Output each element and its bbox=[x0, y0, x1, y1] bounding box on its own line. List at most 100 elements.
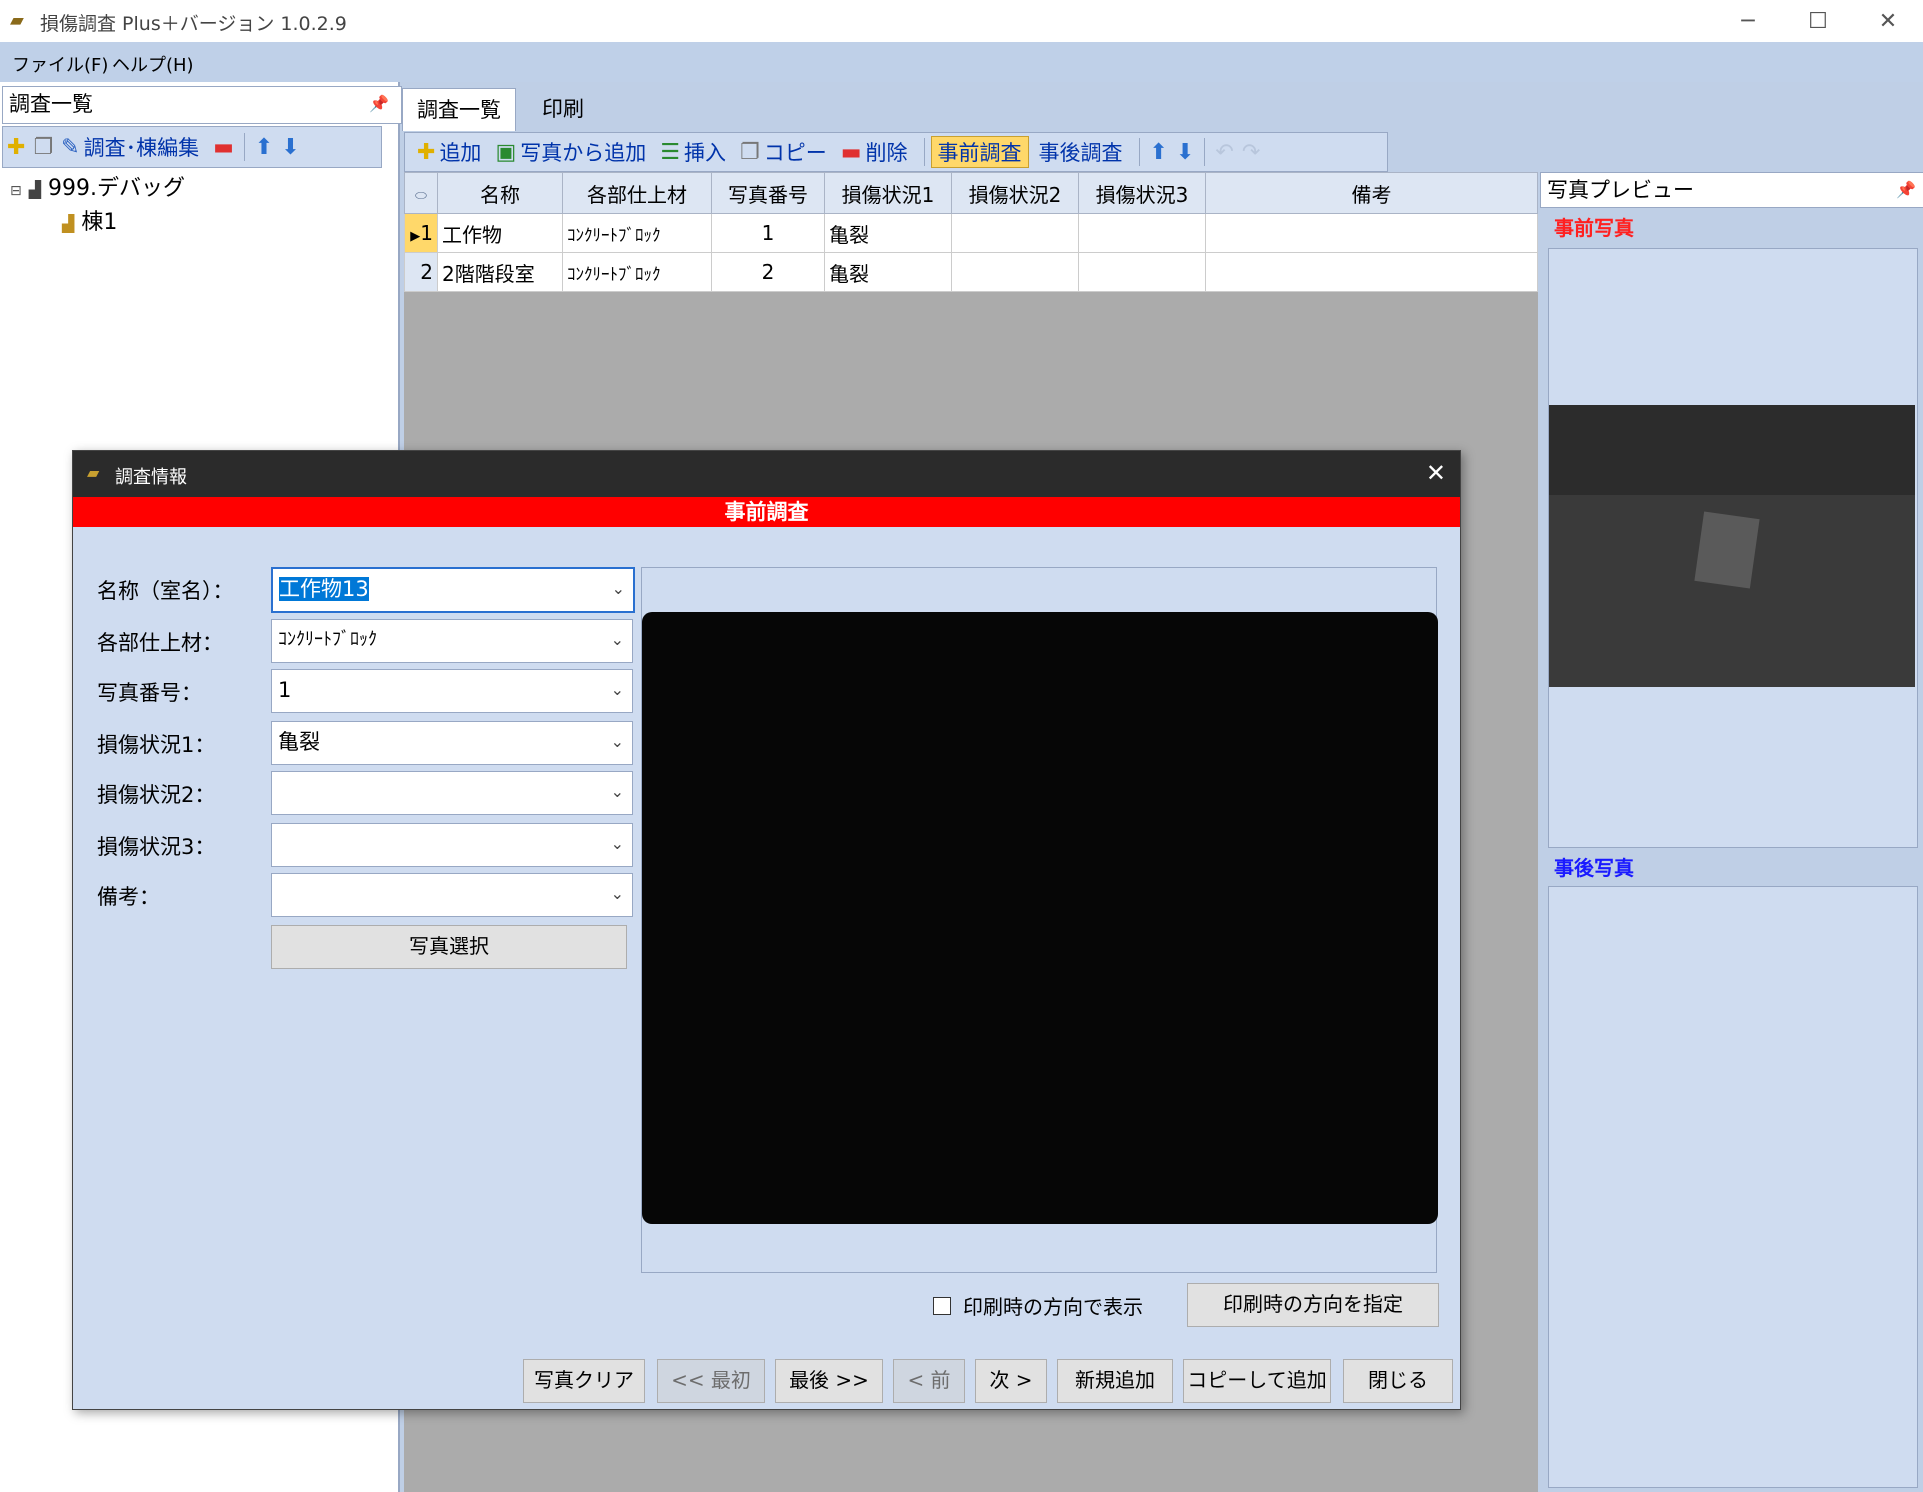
chevron-down-icon[interactable]: ⌄ bbox=[612, 569, 625, 609]
new-add-button[interactable]: 新規追加 bbox=[1057, 1359, 1173, 1403]
column-header[interactable]: 損傷状況3 bbox=[1078, 172, 1206, 214]
cell-damage3[interactable] bbox=[1078, 213, 1206, 253]
chevron-down-icon[interactable]: ⌄ bbox=[611, 824, 624, 864]
move-up-icon[interactable]: ⬆ bbox=[255, 135, 273, 160]
toolbar-separator bbox=[923, 138, 925, 166]
move-up-icon[interactable]: ⬆ bbox=[1150, 140, 1168, 165]
photo-display bbox=[642, 612, 1438, 1224]
orientation-checkbox-row[interactable]: 印刷時の方向で表示 bbox=[933, 1291, 1143, 1320]
delete-button[interactable]: 削除 bbox=[866, 137, 908, 167]
chevron-down-icon[interactable]: ⌄ bbox=[611, 620, 624, 660]
cell-damage2[interactable] bbox=[951, 252, 1079, 292]
cell-photo-no[interactable]: 2 bbox=[711, 252, 825, 292]
before-photo-thumbnail bbox=[1549, 405, 1915, 687]
copy-icon[interactable]: ❐ bbox=[33, 135, 53, 160]
pin-icon[interactable]: 📌 bbox=[1896, 173, 1916, 207]
row-header[interactable]: ▶1 bbox=[404, 213, 438, 253]
damage2-combo[interactable]: ⌄ bbox=[271, 771, 633, 815]
add-icon[interactable]: ✚ bbox=[7, 135, 25, 160]
first-button[interactable]: << 最初 bbox=[657, 1359, 765, 1403]
material-combo[interactable]: ｺﾝｸﾘｰﾄﾌﾞﾛｯｸ ⌄ bbox=[271, 619, 633, 663]
column-header[interactable]: 各部仕上材 bbox=[562, 172, 712, 214]
menu-bar: ファイル(F) ヘルプ(H) bbox=[0, 42, 1923, 82]
insert-icon: ☰ bbox=[660, 139, 680, 165]
tree-node-child[interactable]: ▟ 棟1 bbox=[62, 204, 117, 236]
close-window-button[interactable]: ✕ bbox=[1853, 0, 1923, 42]
name-combo[interactable]: 工作物13 ⌄ bbox=[271, 567, 635, 613]
cell-note[interactable] bbox=[1205, 252, 1538, 292]
survey-type-banner: 事前調査 bbox=[73, 497, 1460, 527]
column-header[interactable]: 備考 bbox=[1205, 172, 1538, 214]
select-photo-button[interactable]: 写真選択 bbox=[271, 925, 627, 969]
note-combo[interactable]: ⌄ bbox=[271, 873, 633, 917]
building-icon: ▟ bbox=[28, 180, 42, 199]
cell-damage1[interactable]: 亀裂 bbox=[824, 252, 952, 292]
row-header-corner[interactable]: ⬭ bbox=[404, 172, 438, 214]
dialog-app-icon: ▰ bbox=[87, 463, 100, 482]
cell-material[interactable]: ｺﾝｸﾘｰﾄﾌﾞﾛｯｸ bbox=[562, 213, 712, 253]
chevron-down-icon[interactable]: ⌄ bbox=[611, 772, 624, 812]
menu-help[interactable]: ヘルプ(H) bbox=[112, 51, 194, 77]
next-button[interactable]: 次 > bbox=[975, 1359, 1047, 1403]
photo-number-combo[interactable]: 1 ⌄ bbox=[271, 669, 633, 713]
cell-damage3[interactable] bbox=[1078, 252, 1206, 292]
damage3-combo[interactable]: ⌄ bbox=[271, 823, 633, 867]
redo-icon[interactable]: ↷ bbox=[1242, 140, 1260, 165]
edit-survey-button[interactable]: 調査･棟編集 bbox=[84, 132, 200, 162]
remove-icon[interactable]: ▬ bbox=[213, 135, 234, 160]
pre-survey-toggle[interactable]: 事前調査 bbox=[930, 136, 1029, 168]
add-button[interactable]: 追加 bbox=[439, 137, 481, 167]
clear-photo-button[interactable]: 写真クリア bbox=[523, 1359, 645, 1403]
survey-grid: ⬭ 名称 各部仕上材 写真番号 損傷状況1 損傷状況2 損傷状況3 備考 ▶1 … bbox=[404, 172, 1538, 292]
pin-icon[interactable]: 📌 bbox=[369, 87, 389, 121]
material-label: 各部仕上材： bbox=[97, 631, 223, 655]
collapse-icon[interactable]: ⊟ bbox=[10, 183, 22, 199]
column-header[interactable]: 名称 bbox=[437, 172, 563, 214]
table-row[interactable]: ▶1 工作物 ｺﾝｸﾘｰﾄﾌﾞﾛｯｸ 1 亀裂 bbox=[404, 213, 1538, 253]
add-from-photo-button[interactable]: 写真から追加 bbox=[520, 137, 646, 167]
pane-header: 調査一覧 📌 bbox=[2, 86, 402, 124]
minimize-button[interactable]: ─ bbox=[1713, 0, 1783, 42]
edit-icon[interactable]: ✎ bbox=[61, 135, 79, 160]
damage1-combo[interactable]: 亀裂 ⌄ bbox=[271, 721, 633, 765]
close-button[interactable]: 閉じる bbox=[1343, 1359, 1453, 1403]
close-icon[interactable]: ✕ bbox=[1426, 459, 1446, 487]
cell-damage2[interactable] bbox=[951, 213, 1079, 253]
table-row[interactable]: 2 2階階段室 ｺﾝｸﾘｰﾄﾌﾞﾛｯｸ 2 亀裂 bbox=[404, 252, 1538, 292]
cell-photo-no[interactable]: 1 bbox=[711, 213, 825, 253]
prev-button[interactable]: < 前 bbox=[893, 1359, 965, 1403]
copy-button[interactable]: コピー bbox=[764, 137, 827, 167]
tab-survey-list[interactable]: 調査一覧 bbox=[402, 88, 516, 131]
menu-file[interactable]: ファイル(F) bbox=[12, 51, 108, 77]
chevron-down-icon[interactable]: ⌄ bbox=[611, 670, 624, 710]
column-header[interactable]: 写真番号 bbox=[711, 172, 825, 214]
toolbar-separator bbox=[1204, 138, 1206, 166]
maximize-button[interactable]: ☐ bbox=[1783, 0, 1853, 42]
cell-note[interactable] bbox=[1205, 213, 1538, 253]
cell-name[interactable]: 工作物 bbox=[437, 213, 563, 253]
cell-material[interactable]: ｺﾝｸﾘｰﾄﾌﾞﾛｯｸ bbox=[562, 252, 712, 292]
undo-icon[interactable]: ↶ bbox=[1215, 140, 1233, 165]
chevron-down-icon[interactable]: ⌄ bbox=[611, 874, 624, 914]
tab-print[interactable]: 印刷 bbox=[528, 88, 598, 130]
last-button[interactable]: 最後 >> bbox=[775, 1359, 883, 1403]
copy-and-add-button[interactable]: コピーして追加 bbox=[1183, 1359, 1331, 1403]
orientation-checkbox[interactable] bbox=[933, 1296, 951, 1315]
before-photo-label: 事前写真 bbox=[1554, 216, 1634, 240]
after-photo-label: 事後写真 bbox=[1554, 856, 1634, 880]
row-header[interactable]: 2 bbox=[404, 252, 438, 292]
preview-title: 写真プレビュー bbox=[1547, 178, 1694, 202]
tree-node-root[interactable]: ⊟ ▟ 999.デバッグ bbox=[10, 170, 185, 202]
column-header[interactable]: 損傷状況2 bbox=[951, 172, 1079, 214]
photo-add-icon: ▣ bbox=[495, 139, 517, 165]
post-survey-toggle[interactable]: 事後調査 bbox=[1039, 137, 1123, 167]
photo-number-label: 写真番号： bbox=[97, 681, 202, 705]
move-down-icon[interactable]: ⬇ bbox=[1176, 140, 1194, 165]
move-down-icon[interactable]: ⬇ bbox=[281, 135, 299, 160]
set-orientation-button[interactable]: 印刷時の方向を指定 bbox=[1187, 1283, 1439, 1327]
column-header[interactable]: 損傷状況1 bbox=[824, 172, 952, 214]
cell-damage1[interactable]: 亀裂 bbox=[824, 213, 952, 253]
cell-name[interactable]: 2階階段室 bbox=[437, 252, 563, 292]
chevron-down-icon[interactable]: ⌄ bbox=[611, 722, 624, 762]
insert-button[interactable]: 挿入 bbox=[684, 137, 726, 167]
